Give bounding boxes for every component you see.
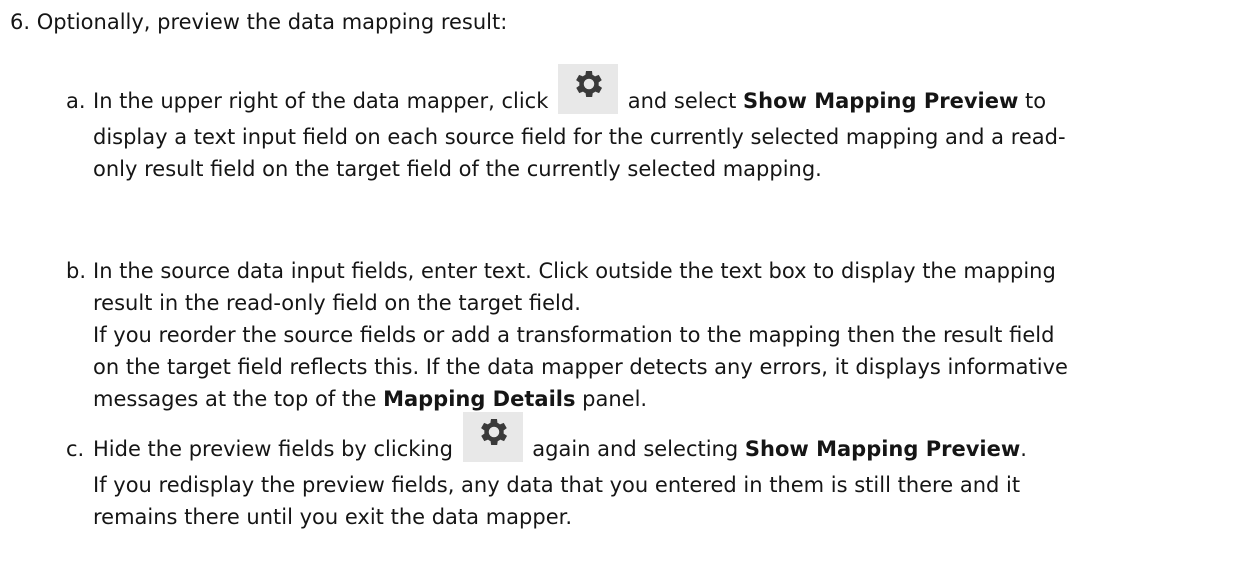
substep-text: to	[1018, 89, 1047, 113]
substep-c: c. Hide the preview fields by clicking ag…	[66, 412, 1252, 533]
substep-marker: a.	[66, 89, 86, 113]
substep-text: In the source data input fields, enter t…	[93, 259, 1056, 283]
substep-line: only result field on the target field of…	[93, 157, 822, 181]
substep-text: panel.	[575, 387, 648, 411]
substep-line: b. In the source data input fields, enter…	[66, 255, 1252, 287]
menu-option-label: Show Mapping Preview	[744, 437, 1021, 461]
step-number: 6.	[10, 10, 31, 34]
substep-line: If you redisplay the preview fields, any…	[93, 473, 1021, 497]
menu-option-label: Show Mapping Preview	[743, 89, 1019, 113]
panel-name: Mapping Details	[383, 387, 576, 411]
substep-line: If you reorder the source fields or add …	[93, 323, 1055, 347]
substep-a: a. In the upper right of the data mapper,…	[66, 64, 1252, 185]
substep-text: and select	[621, 89, 743, 113]
gear-icon	[462, 412, 523, 462]
substep-line: result in the read-only field on the tar…	[93, 291, 581, 315]
substep-text: In the upper right of the data mapper, c…	[93, 89, 556, 113]
substep-text: Hide the preview fields by clicking	[93, 437, 460, 461]
step-6: 6. Optionally, preview the data mapping …	[10, 6, 507, 38]
substep-marker: c.	[66, 437, 85, 461]
substep-line: remains there until you exit the data ma…	[93, 505, 572, 529]
substep-line: on the target field reflects this. If th…	[93, 355, 1068, 379]
substep-text: again and selecting	[525, 437, 745, 461]
gear-icon	[558, 64, 619, 114]
substep-line: a. In the upper right of the data mapper,…	[66, 64, 1252, 126]
substep-text: .	[1020, 437, 1027, 461]
substep-line: c. Hide the preview fields by clicking ag…	[66, 412, 1252, 474]
substep-line: display a text input field on each sourc…	[93, 125, 1066, 149]
step-text: Optionally, preview the data mapping res…	[36, 10, 508, 34]
substep-line: messages at the top of the Mapping Detai…	[66, 383, 1252, 415]
substep-marker: b.	[66, 259, 87, 283]
substep-text: messages at the top of the	[93, 387, 384, 411]
substep-b: b. In the source data input fields, enter…	[66, 255, 1252, 415]
